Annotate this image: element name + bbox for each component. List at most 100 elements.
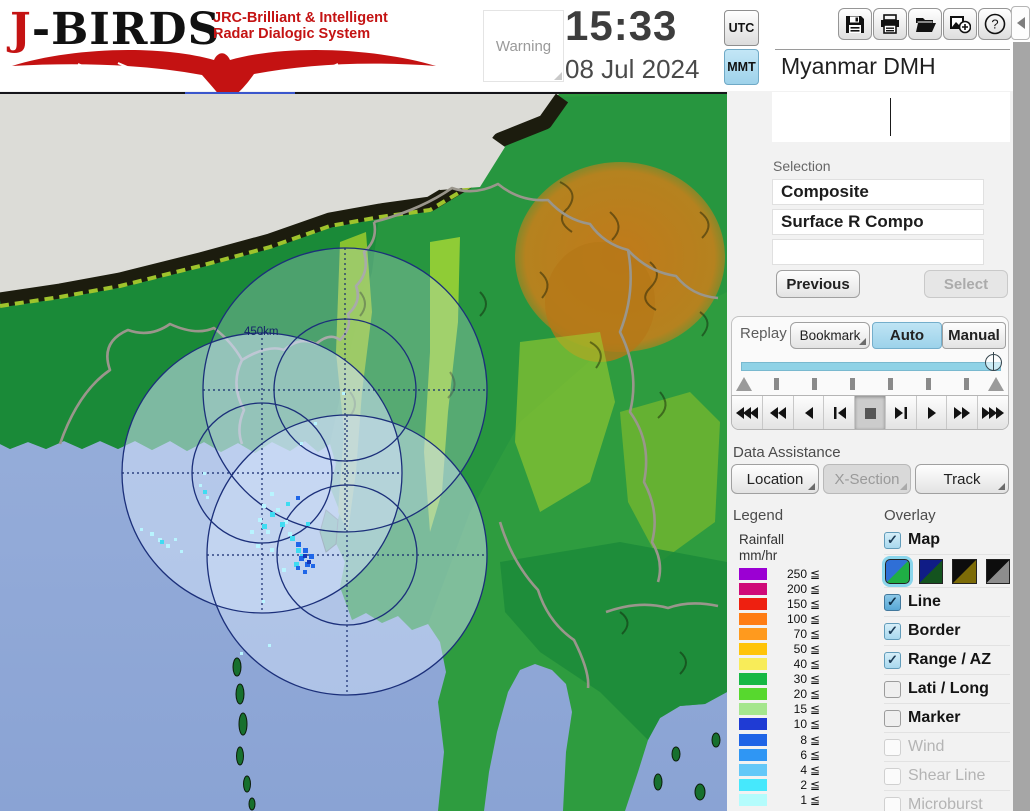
legend-value: 6	[800, 747, 807, 762]
warning-panel[interactable]: Warning	[483, 10, 564, 82]
replay-slider-ticks	[736, 375, 1006, 393]
jbirds-app: J-BIRDS JRC-Brilliant & Intelligent Rada…	[0, 0, 1030, 811]
bookmark-button[interactable]: Bookmark	[790, 322, 870, 349]
stop-button[interactable]	[855, 396, 886, 429]
panel-collapse-tab[interactable]	[1011, 6, 1030, 40]
checkbox[interactable]: ✓	[884, 593, 901, 611]
overlay-row-map: ✓ Map	[884, 526, 1010, 554]
checkbox[interactable]	[884, 709, 901, 727]
legend-color-swatch	[739, 627, 767, 640]
playback-controls	[731, 395, 1009, 430]
fast-rewind-3-button[interactable]	[732, 396, 763, 429]
resize-grip-icon[interactable]	[554, 72, 562, 80]
map-style-swatch-2[interactable]	[918, 558, 943, 584]
fold-corner-icon	[998, 483, 1005, 490]
checkbox[interactable]: ✓	[884, 531, 901, 549]
overlay-row-range-az: ✓ Range / AZ	[884, 645, 1010, 674]
add-image-button[interactable]	[943, 8, 977, 40]
message-box[interactable]	[772, 92, 1010, 142]
control-panel: Selection Composite ▼ Surface R Compo ▼ …	[727, 92, 1030, 811]
legend-row: 150 ≦	[739, 596, 820, 611]
overlay-item-label: Microburst	[908, 796, 983, 811]
checkbox[interactable]: ✓	[884, 622, 901, 640]
overlay-row-microburst: Microburst	[884, 790, 1010, 811]
track-button[interactable]: Track	[915, 464, 1009, 494]
empty-dropdown-value[interactable]	[772, 239, 984, 265]
legend-suffix: ≦	[810, 596, 821, 611]
legend-suffix: ≦	[810, 611, 821, 626]
add-image-icon	[950, 16, 971, 34]
manual-button[interactable]: Manual	[942, 322, 1006, 349]
checkbox[interactable]: ✓	[884, 651, 901, 669]
terrain-map-image: 450km	[0, 92, 727, 811]
legend-value: 70	[793, 626, 807, 641]
legend-value: 100	[786, 611, 807, 626]
step-backward-button[interactable]	[824, 396, 856, 429]
help-button[interactable]: ?	[978, 8, 1012, 40]
legend-row: 250 ≦	[739, 566, 820, 581]
replay-slider-thumb[interactable]	[985, 352, 1002, 371]
legend-value: 30	[793, 672, 807, 687]
legend-row: 15 ≦	[739, 702, 820, 717]
radar-map[interactable]: 450km	[0, 92, 727, 811]
replay-slider-track[interactable]	[741, 362, 1001, 371]
fast-forward-3-icon	[982, 406, 1005, 419]
legend-suffix: ≦	[810, 581, 821, 596]
utc-button[interactable]: UTC	[724, 10, 759, 46]
legend-row: 200 ≦	[739, 581, 820, 596]
previous-button[interactable]: Previous	[776, 270, 860, 298]
print-button[interactable]	[873, 8, 907, 40]
product-dropdown-value[interactable]: Surface R Compo	[772, 209, 984, 235]
overlay-row-marker: Marker	[884, 703, 1010, 732]
legend-row: 30 ≦	[739, 672, 820, 687]
panel-collapse-strip[interactable]	[1013, 42, 1030, 811]
legend-value: 50	[793, 642, 807, 657]
legend-suffix: ≦	[810, 777, 821, 792]
open-folder-icon	[915, 18, 936, 32]
mmt-button[interactable]: MMT	[724, 49, 759, 85]
legend-suffix: ≦	[810, 642, 821, 657]
legend-color-swatch	[739, 582, 767, 595]
auto-button[interactable]: Auto	[872, 322, 942, 349]
panel-separator	[775, 49, 1010, 50]
x-section-button[interactable]: X-Section	[823, 464, 911, 494]
legend-color-swatch	[739, 793, 767, 806]
map-top-line	[0, 92, 727, 94]
map-style-swatch-1[interactable]	[885, 558, 910, 584]
map-style-swatch-4[interactable]	[985, 558, 1010, 584]
play-button[interactable]	[916, 396, 948, 429]
legend-row: 4 ≦	[739, 762, 820, 777]
fast-forward-2-button[interactable]	[947, 396, 979, 429]
slider-end-marker[interactable]	[988, 377, 1004, 391]
fast-forward-2-icon	[954, 406, 971, 419]
save-button[interactable]	[838, 8, 872, 40]
location-button[interactable]: Location	[731, 464, 819, 494]
legend-suffix: ≦	[810, 657, 821, 672]
slider-start-marker[interactable]	[736, 377, 752, 391]
clock-time: 15:33	[565, 2, 678, 49]
fast-rewind-2-button[interactable]	[762, 396, 794, 429]
legend-value: 20	[793, 687, 807, 702]
play-icon	[928, 406, 937, 419]
select-button[interactable]: Select	[924, 270, 1008, 298]
open-folder-button[interactable]	[908, 8, 942, 40]
overlay-item-label: Wind	[908, 738, 945, 755]
reverse-play-button[interactable]	[793, 396, 825, 429]
legend-value: 8	[800, 732, 807, 747]
legend-suffix: ≦	[810, 792, 821, 807]
composite-dropdown-value[interactable]: Composite	[772, 179, 984, 205]
map-style-swatch-3[interactable]	[952, 558, 977, 584]
legend-color-swatch	[739, 703, 767, 716]
overlay-row-wind: Wind	[884, 732, 1010, 761]
legend-value: 150	[786, 596, 807, 611]
step-forward-button[interactable]	[885, 396, 917, 429]
clock-date: 08 Jul 2024	[565, 54, 700, 84]
legend-value: 4	[800, 762, 807, 777]
fast-forward-3-button[interactable]	[978, 396, 1009, 429]
legend-value: 2	[800, 777, 807, 792]
dropdown-row-2: Surface R Compo ▼	[772, 209, 1030, 235]
checkbox[interactable]	[884, 680, 901, 698]
replay-section: Replay Bookmark Auto Manual	[731, 316, 1009, 430]
checkbox	[884, 796, 901, 811]
fast-rewind-2-icon	[769, 406, 786, 419]
